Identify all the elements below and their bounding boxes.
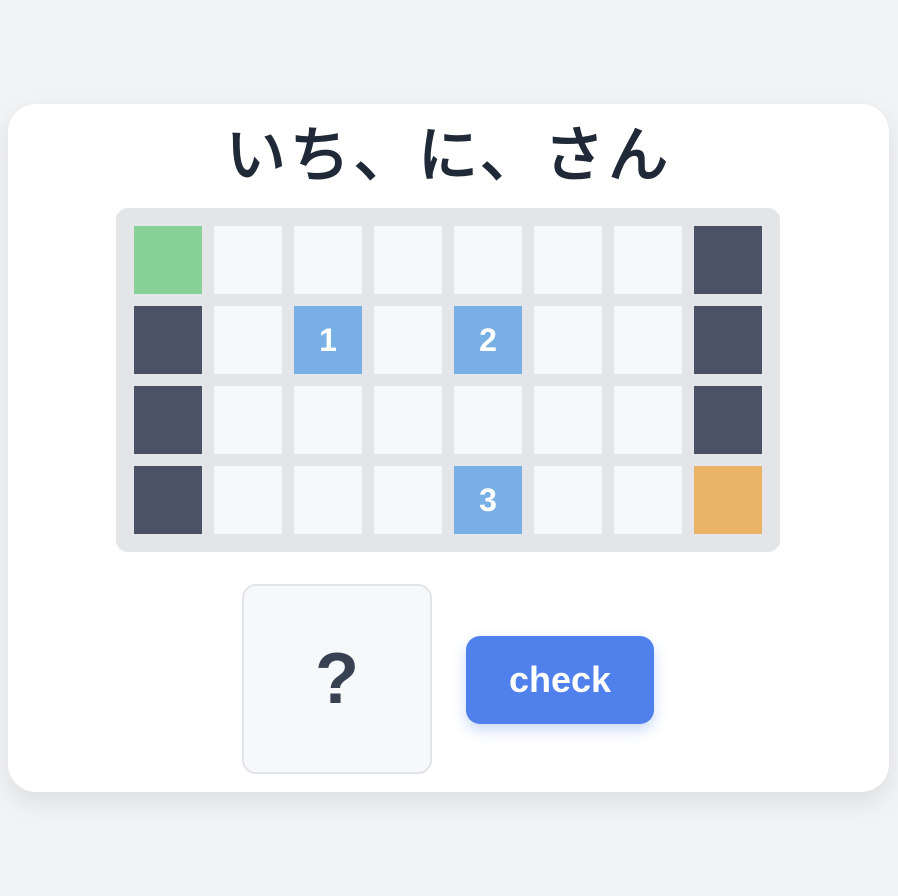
empty-cell[interactable] <box>374 386 442 454</box>
wall-cell <box>134 386 202 454</box>
wall-cell <box>694 226 762 294</box>
number-cell: 2 <box>454 306 522 374</box>
empty-cell[interactable] <box>534 306 602 374</box>
goal-cell <box>694 466 762 534</box>
puzzle-title: いち、に、さん <box>225 121 673 191</box>
empty-cell[interactable] <box>454 226 522 294</box>
wall-cell <box>134 466 202 534</box>
wall-cell <box>134 306 202 374</box>
check-button[interactable]: check <box>466 636 654 724</box>
wall-cell <box>694 386 762 454</box>
empty-cell[interactable] <box>534 466 602 534</box>
number-cell: 1 <box>294 306 362 374</box>
number-cell: 3 <box>454 466 522 534</box>
empty-cell[interactable] <box>614 466 682 534</box>
empty-cell[interactable] <box>454 386 522 454</box>
empty-cell[interactable] <box>374 226 442 294</box>
empty-cell[interactable] <box>214 306 282 374</box>
empty-cell[interactable] <box>214 386 282 454</box>
empty-cell[interactable] <box>294 466 362 534</box>
game-board: 1 2 3 <box>116 208 780 552</box>
start-cell <box>134 226 202 294</box>
answer-box[interactable]: ? <box>242 584 432 774</box>
empty-cell[interactable] <box>214 226 282 294</box>
empty-cell[interactable] <box>214 466 282 534</box>
empty-cell[interactable] <box>614 226 682 294</box>
empty-cell[interactable] <box>534 226 602 294</box>
empty-cell[interactable] <box>374 466 442 534</box>
empty-cell[interactable] <box>374 306 442 374</box>
wall-cell <box>694 306 762 374</box>
empty-cell[interactable] <box>294 226 362 294</box>
empty-cell[interactable] <box>614 306 682 374</box>
empty-cell[interactable] <box>534 386 602 454</box>
empty-cell[interactable] <box>294 386 362 454</box>
empty-cell[interactable] <box>614 386 682 454</box>
